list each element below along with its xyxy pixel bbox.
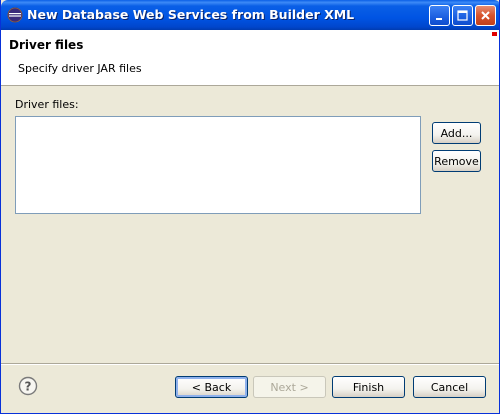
page-title: Driver files xyxy=(9,38,84,52)
finish-button[interactable]: Finish xyxy=(332,376,405,398)
cancel-button[interactable]: Cancel xyxy=(413,376,486,398)
close-button[interactable] xyxy=(475,5,496,26)
page-description: Specify driver JAR files xyxy=(18,62,142,75)
svg-text:?: ? xyxy=(25,380,32,394)
maximize-icon xyxy=(457,10,468,21)
add-button[interactable]: Add... xyxy=(432,122,481,144)
back-button[interactable]: < Back xyxy=(175,376,248,398)
next-button[interactable]: Next > xyxy=(253,376,326,398)
remove-button[interactable]: Remove xyxy=(432,150,481,172)
driver-files-list[interactable] xyxy=(15,116,421,214)
maximize-button[interactable] xyxy=(452,5,473,26)
title-bar[interactable]: New Database Web Services from Builder X… xyxy=(1,0,499,30)
wizard-window: New Database Web Services from Builder X… xyxy=(0,0,500,414)
close-icon xyxy=(481,11,490,20)
window-title: New Database Web Services from Builder X… xyxy=(27,7,355,22)
minimize-button[interactable] xyxy=(429,5,450,26)
header-corner-mark xyxy=(492,32,497,36)
help-icon[interactable]: ? xyxy=(18,376,38,396)
driver-files-label: Driver files: xyxy=(15,98,79,111)
eclipse-icon xyxy=(7,7,23,23)
wizard-header: Driver files Specify driver JAR files xyxy=(1,30,499,86)
minimize-icon xyxy=(436,18,442,20)
footer-separator-highlight xyxy=(1,364,499,365)
